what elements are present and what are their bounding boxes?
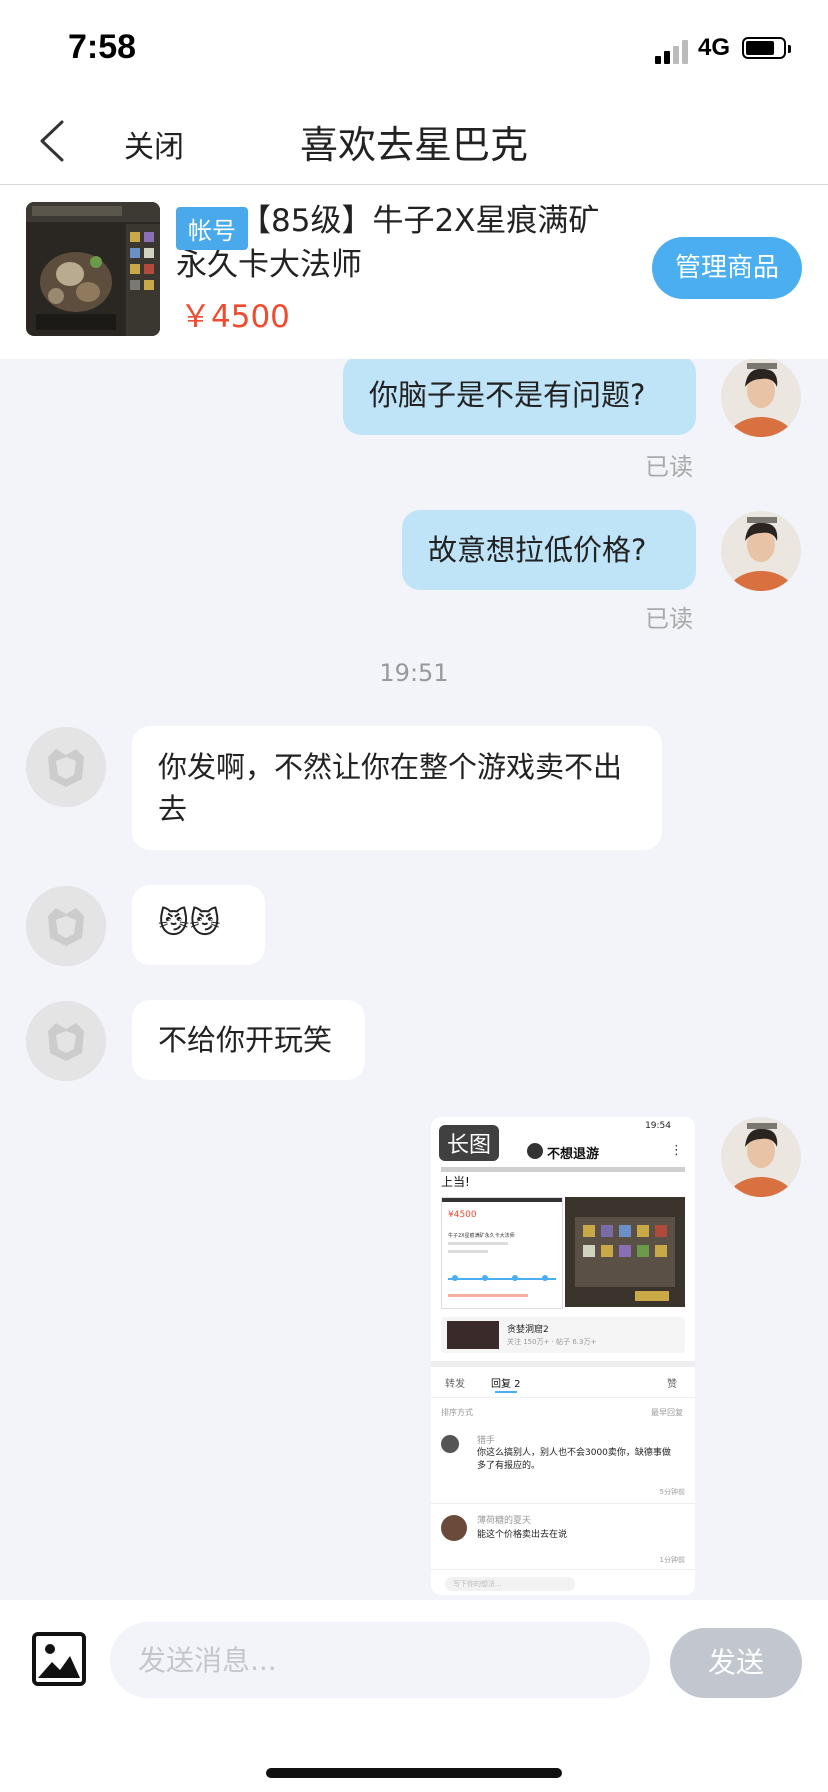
- battery-icon: [742, 37, 792, 61]
- my-avatar[interactable]: [721, 1117, 801, 1197]
- product-tag-badge: 帐号: [176, 207, 248, 250]
- nav-bar: 喜欢去星巴克 关闭: [0, 100, 828, 185]
- other-message-bubble[interactable]: 😼😼: [132, 885, 265, 965]
- read-status: 已读: [645, 605, 693, 633]
- reply-text: 你这么搞别人，别人也不会3000卖你，缺德事做多了有报应的。: [477, 1448, 671, 1471]
- embedded-title: 牛子2X星痕满矿永久卡大法师: [448, 1233, 515, 1239]
- reply-time: 5分钟前: [659, 1488, 685, 1496]
- back-arrow-icon[interactable]: [34, 116, 74, 166]
- network-type: 4G: [698, 34, 731, 61]
- long-image-message[interactable]: 19:54 不想退游 ⋮ 上当! ¥4500 牛子2X星痕满矿永久卡大法师 贪婪…: [431, 1117, 695, 1595]
- default-avatar-icon[interactable]: [26, 1001, 106, 1081]
- forum-name: 贪婪洞窟2: [507, 1325, 549, 1335]
- more-icon: ⋮: [670, 1143, 683, 1158]
- sort-value: 最早回复: [651, 1408, 683, 1417]
- message-text: 你发啊，不然让你在整个游戏卖不出去: [158, 750, 623, 826]
- embedded-game-screenshot: [565, 1197, 685, 1307]
- screenshot-time: 19:54: [645, 1121, 671, 1131]
- reply-avatar: [441, 1435, 459, 1453]
- embedded-product-card: ¥4500 牛子2X星痕满矿永久卡大法师: [441, 1197, 563, 1309]
- input-bar: 发送: [0, 1600, 828, 1792]
- signal-icon: [655, 38, 689, 64]
- message-text: 故意想拉低价格?: [428, 533, 647, 567]
- my-avatar[interactable]: [721, 511, 801, 591]
- default-avatar-icon[interactable]: [26, 727, 106, 807]
- forum-stats: 关注 150万+ · 帖子 6.3万+: [507, 1338, 597, 1346]
- post-text: 上当!: [441, 1175, 470, 1189]
- message-text: 你脑子是不是有问题?: [369, 378, 646, 412]
- message-text: 😼😼: [158, 906, 221, 941]
- group-avatar: [527, 1143, 543, 1159]
- read-status: 已读: [645, 453, 693, 481]
- close-button[interactable]: 关闭: [124, 122, 184, 166]
- message-input[interactable]: [110, 1622, 650, 1698]
- my-avatar[interactable]: [721, 359, 801, 437]
- reply-input: 写下你的想法...: [445, 1577, 575, 1591]
- group-name: 不想退游: [547, 1147, 600, 1162]
- embedded-tab: 转发: [445, 1379, 465, 1390]
- send-button[interactable]: 发送: [670, 1628, 802, 1698]
- my-message-bubble[interactable]: 故意想拉低价格?: [402, 510, 696, 590]
- other-message-bubble[interactable]: 不给你开玩笑: [132, 1000, 365, 1080]
- product-thumbnail[interactable]: [26, 202, 160, 336]
- default-avatar-icon[interactable]: [26, 886, 106, 966]
- long-image-tag: 长图: [439, 1125, 500, 1161]
- product-card[interactable]: 【85级】牛子2X星痕满矿永久卡大法师 帐号 ￥4500 管理商品: [0, 185, 828, 359]
- chat-area[interactable]: 你脑子是不是有问题? 已读 故意想拉低价格? 已读 19:51 你发啊，不然让你…: [0, 359, 828, 1597]
- reply-user: 薄荷糖的夏天: [477, 1516, 532, 1526]
- reply-user: 猎手: [477, 1436, 496, 1446]
- message-text: 不给你开玩笑: [158, 1023, 333, 1057]
- status-time: 7:58: [68, 28, 137, 66]
- my-message-bubble[interactable]: 你脑子是不是有问题?: [343, 359, 696, 435]
- image-icon[interactable]: [32, 1632, 86, 1686]
- sort-label: 排序方式: [441, 1408, 473, 1417]
- forum-card: 贪婪洞窟2 关注 150万+ · 帖子 6.3万+: [441, 1317, 685, 1353]
- reply-text: 能这个价格卖出去在说: [477, 1530, 568, 1540]
- other-message-bubble[interactable]: 你发啊，不然让你在整个游戏卖不出去: [132, 726, 662, 850]
- time-divider: 19:51: [379, 659, 449, 687]
- home-indicator: [266, 1768, 562, 1778]
- reply-avatar: [441, 1515, 467, 1541]
- manage-product-button[interactable]: 管理商品: [652, 237, 802, 299]
- embedded-tab: 赞: [667, 1379, 677, 1390]
- status-bar: 7:58 4G: [0, 0, 828, 100]
- product-price: ￥4500: [180, 299, 290, 335]
- embedded-price: ¥4500: [448, 1210, 477, 1220]
- embedded-tab: 回复 2: [491, 1379, 521, 1390]
- reply-time: 1分钟前: [659, 1556, 685, 1564]
